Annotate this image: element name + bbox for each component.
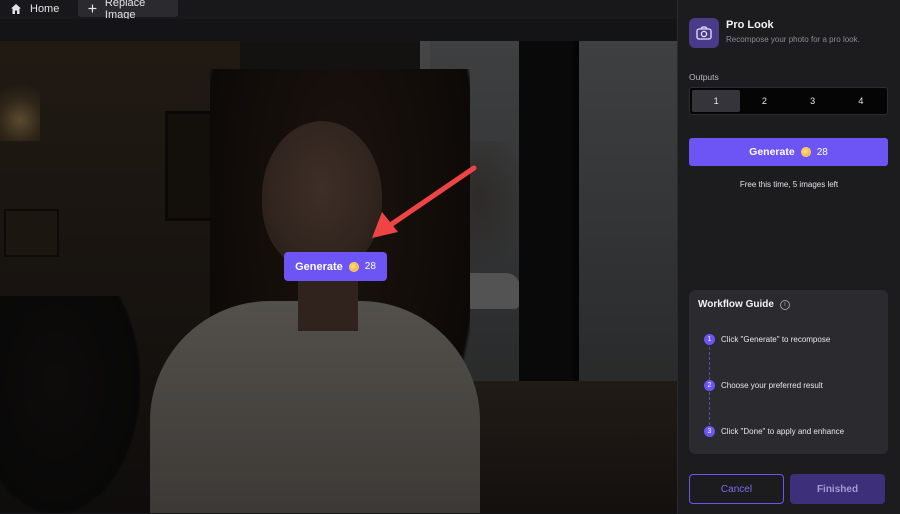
top-toolbar: Home Replace Image [0,0,677,21]
coin-icon [348,261,359,272]
camera-icon [689,18,719,48]
generate-label: Generate [295,260,343,273]
home-label: Home [30,2,60,15]
plus-icon [88,4,97,13]
generate-button[interactable]: Generate 28 [689,138,888,166]
home-button[interactable]: Home [10,0,59,17]
coin-icon [800,147,811,157]
workflow-step: 3 Click "Done" to apply and enhance [704,426,844,437]
workflow-guide: Workflow Guide i 1 Click "Generate" to r… [689,290,888,454]
pro-look-panel: Pro Look Recompose your photo for a pro … [677,0,900,514]
outputs-option-4[interactable]: 4 [837,90,885,112]
workflow-step: 2 Choose your preferred result [704,380,823,391]
generate-label: Generate [749,146,795,158]
red-arrow-icon [372,165,477,238]
outputs-option-3[interactable]: 3 [789,90,837,112]
credit-cost: 28 [816,146,828,158]
credit-cost: 28 [364,261,376,272]
free-usage-note: Free this time, 5 images left [739,180,839,189]
replace-image-label: Replace Image [104,0,146,21]
outputs-option-2[interactable]: 2 [740,90,788,112]
outputs-option-1[interactable]: 1 [692,90,741,112]
workflow-guide-title: Workflow Guide i [698,299,790,310]
workflow-step: 1 Click "Generate" to recompose [704,334,830,345]
panel-title: Pro Look [726,19,774,31]
cancel-button[interactable]: Cancel [689,474,784,504]
panel-subtitle: Recompose your photo for a pro look. [726,35,860,44]
finished-button[interactable]: Finished [790,474,885,504]
info-icon[interactable]: i [779,299,790,310]
outputs-selector: 1 2 3 4 [689,87,888,115]
replace-image-button[interactable]: Replace Image [78,0,178,21]
canvas-generate-button[interactable]: Generate 28 [284,252,387,281]
home-icon [11,3,21,14]
outputs-label: Outputs [689,72,719,82]
